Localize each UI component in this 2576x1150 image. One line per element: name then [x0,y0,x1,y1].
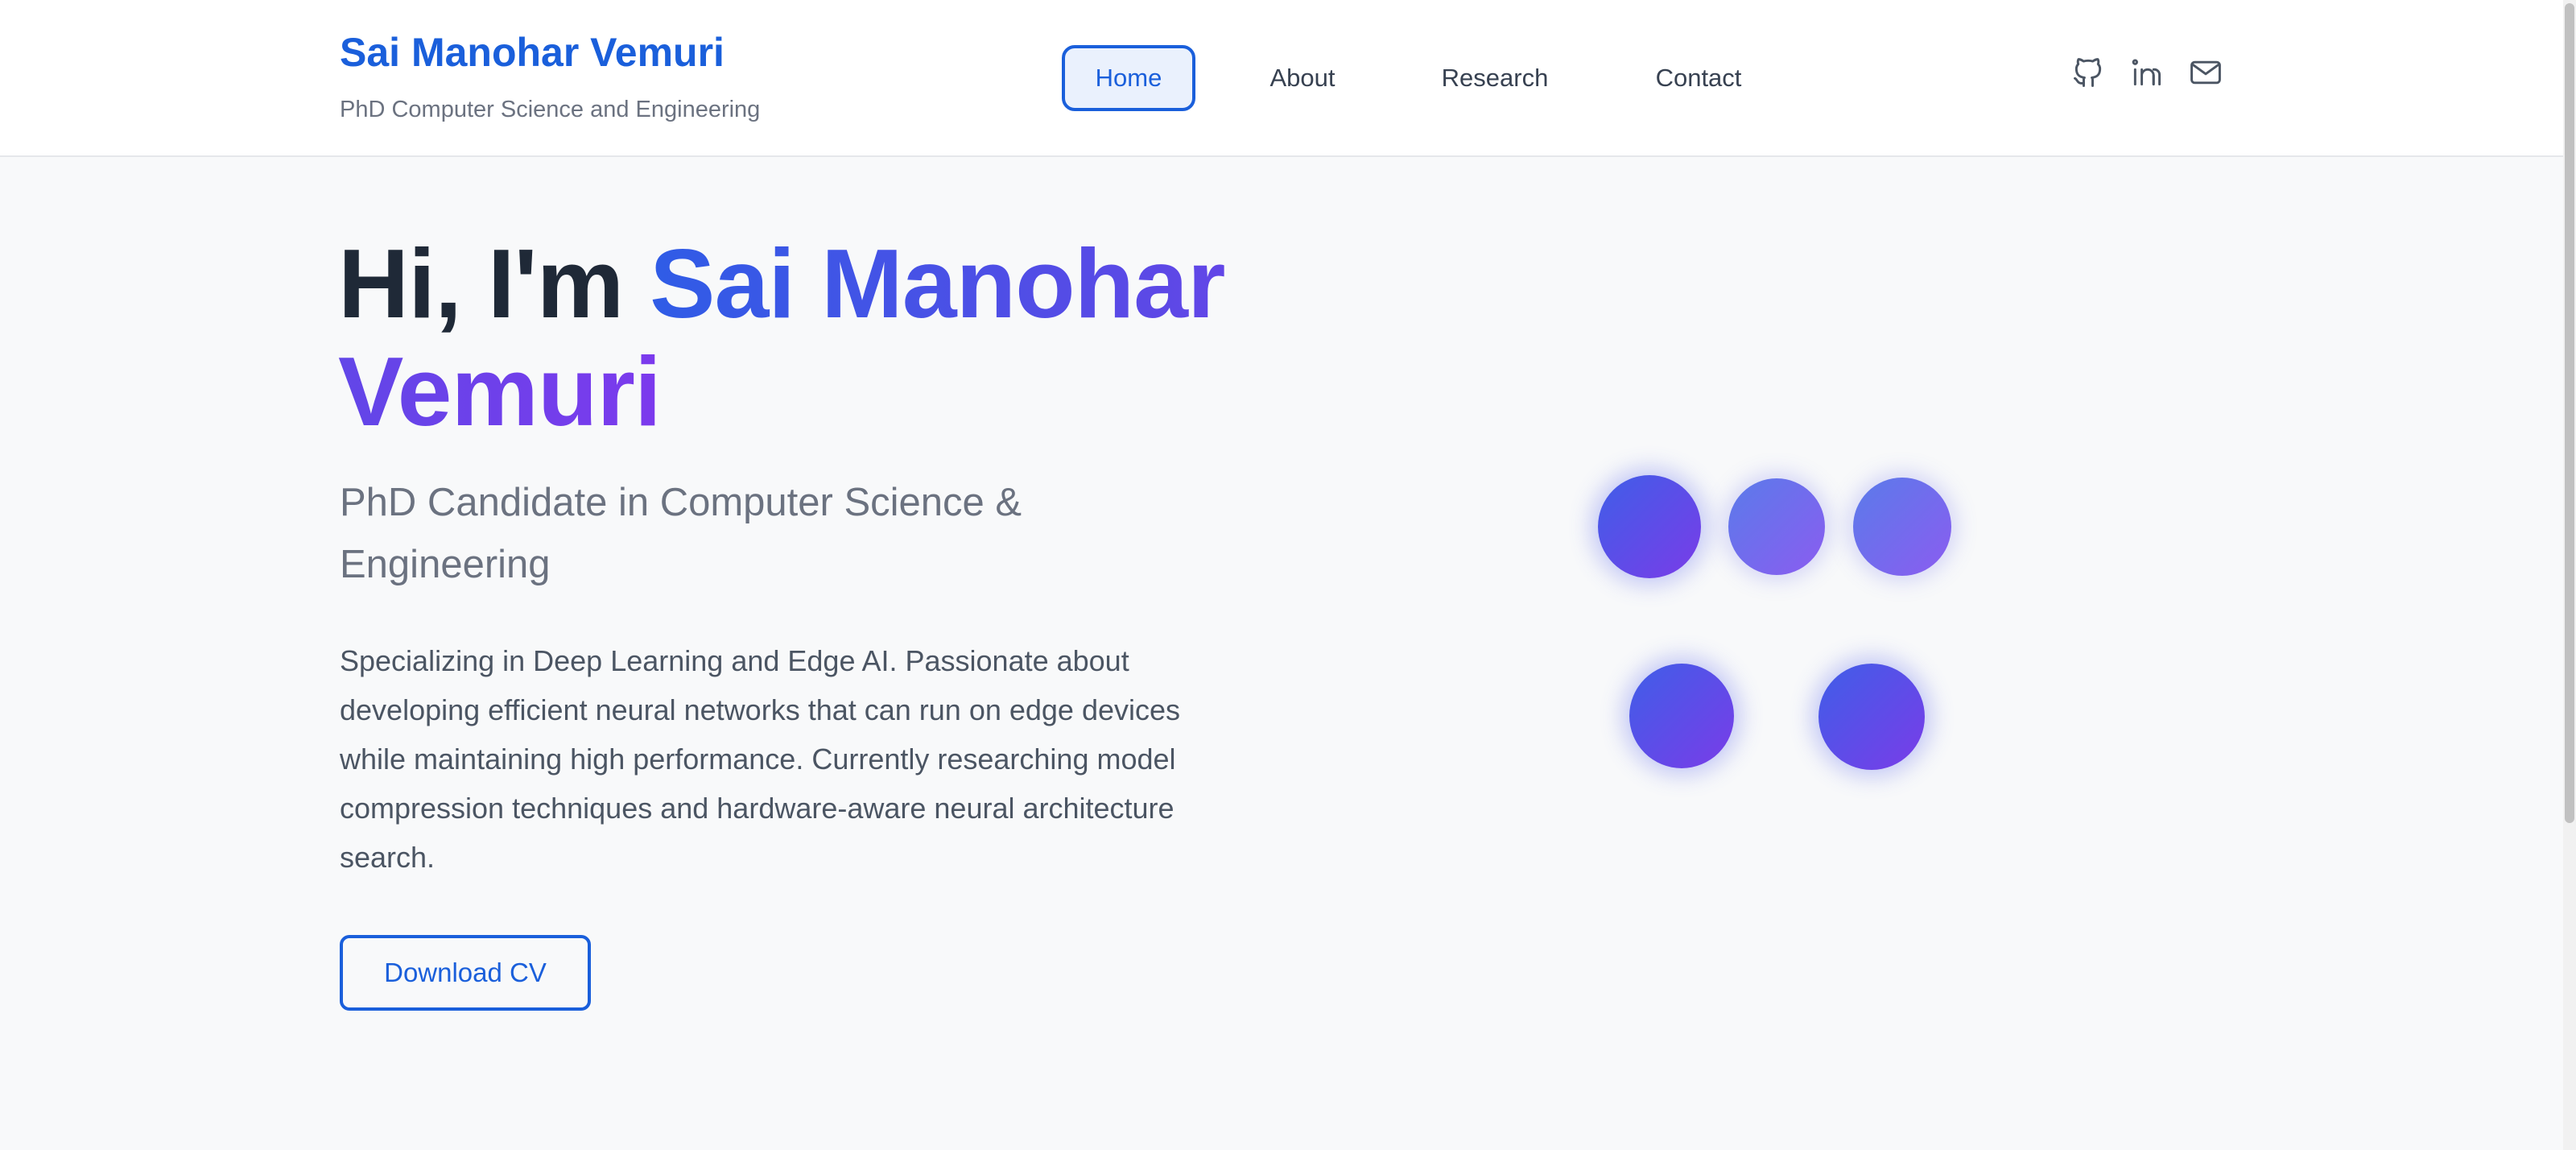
decorative-orb [1818,664,1925,770]
decorative-orb [1629,664,1734,768]
hero-description: Specializing in Deep Learning and Edge A… [340,644,1181,874]
decorative-orb [1598,475,1701,578]
nav-about[interactable]: About [1240,45,1365,111]
linkedin-icon[interactable] [2129,55,2165,90]
brand-name[interactable]: Sai Manohar Vemuri [340,29,724,76]
nav-research[interactable]: Research [1417,45,1573,111]
decorative-orb [1853,478,1951,576]
hero-title-prefix: Hi, I'm [338,229,650,338]
site-header: Sai Manohar Vemuri PhD Computer Science … [0,0,2563,157]
nav-home[interactable]: Home [1062,45,1195,111]
hero-subtitle: PhD Candidate in Computer Science & Engi… [340,481,1022,586]
github-icon[interactable] [2070,55,2106,90]
download-cv-button[interactable]: Download CV [340,935,591,1011]
mail-icon[interactable] [2188,55,2223,90]
nav-contact[interactable]: Contact [1626,45,1771,111]
decorative-orb [1728,478,1825,575]
scrollbar-thumb[interactable] [2565,3,2574,823]
hero-title: Hi, I'm Sai Manohar Vemuri [338,230,1256,445]
brand-tagline: PhD Computer Science and Engineering [340,97,761,122]
